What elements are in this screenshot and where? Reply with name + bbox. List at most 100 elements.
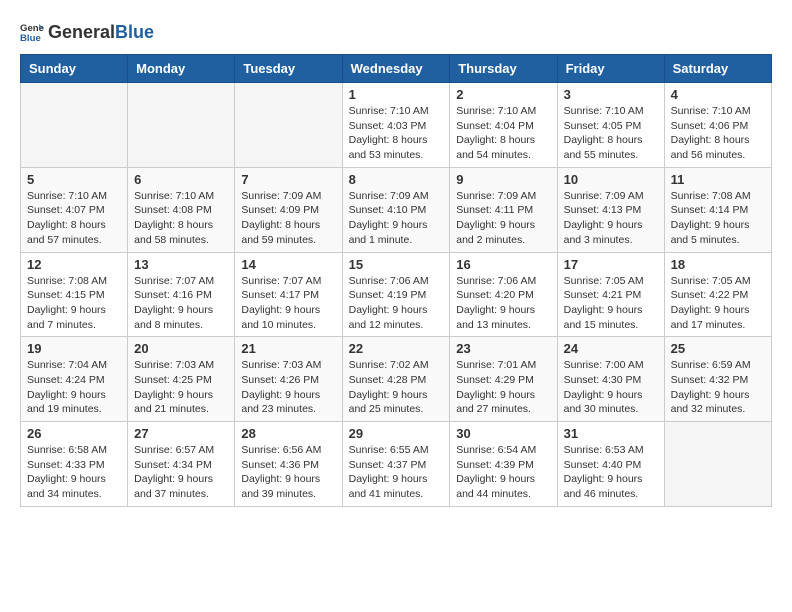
day-info: Sunrise: 7:09 AMSunset: 4:11 PMDaylight:… (456, 189, 550, 248)
day-cell: 9 Sunrise: 7:09 AMSunset: 4:11 PMDaylight… (450, 167, 557, 252)
day-number: 17 (564, 257, 658, 272)
day-number: 30 (456, 426, 550, 441)
day-number: 29 (349, 426, 444, 441)
day-info: Sunrise: 7:08 AMSunset: 4:14 PMDaylight:… (671, 189, 765, 248)
day-number: 21 (241, 341, 335, 356)
day-cell: 7Sunrise: 7:09 AMSunset: 4:09 PMDaylight… (235, 167, 342, 252)
day-cell (235, 83, 342, 168)
day-cell: 26 Sunrise: 6:58 AMSunset: 4:33 PMDayligh… (21, 422, 128, 507)
day-info: Sunrise: 7:10 AMSunset: 4:06 PMDaylight:… (671, 104, 765, 163)
day-info: Sunrise: 7:10 AMSunset: 4:05 PMDaylight:… (564, 104, 658, 163)
svg-text:Blue: Blue (20, 33, 41, 44)
day-cell: 5Sunrise: 7:10 AMSunset: 4:07 PMDaylight… (21, 167, 128, 252)
day-number: 11 (671, 172, 765, 187)
day-cell: 28Sunrise: 6:56 AMSunset: 4:36 PMDayligh… (235, 422, 342, 507)
day-number: 4 (671, 87, 765, 102)
week-row-4: 19Sunrise: 7:04 AMSunset: 4:24 PMDayligh… (21, 337, 772, 422)
weekday-header-sunday: Sunday (21, 55, 128, 83)
day-info: Sunrise: 6:57 AMSunset: 4:34 PMDaylight:… (134, 443, 228, 502)
day-info: Sunrise: 7:09 AMSunset: 4:10 PMDaylight:… (349, 189, 444, 248)
day-number: 6 (134, 172, 228, 187)
logo-blue: Blue (115, 22, 154, 42)
weekday-header-wednesday: Wednesday (342, 55, 450, 83)
day-info: Sunrise: 6:54 AMSunset: 4:39 PMDaylight:… (456, 443, 550, 502)
day-number: 25 (671, 341, 765, 356)
week-row-5: 26 Sunrise: 6:58 AMSunset: 4:33 PMDayligh… (21, 422, 772, 507)
day-info: Sunrise: 7:03 AMSunset: 4:25 PMDaylight:… (134, 358, 228, 417)
day-number: 3 (564, 87, 658, 102)
logo-icon: General Blue (20, 20, 44, 44)
day-info: Sunrise: 6:58 AMSunset: 4:33 PMDaylight:… (27, 443, 121, 502)
day-info: Sunrise: 7:00 AMSunset: 4:30 PMDaylight:… (564, 358, 658, 417)
day-cell: 6 Sunrise: 7:10 AMSunset: 4:08 PMDaylight… (128, 167, 235, 252)
day-info: Sunrise: 7:10 AMSunset: 4:08 PMDaylight:… (134, 189, 228, 248)
day-number: 26 (27, 426, 121, 441)
day-info: Sunrise: 7:08 AMSunset: 4:15 PMDaylight:… (27, 274, 121, 333)
day-cell: 3 Sunrise: 7:10 AMSunset: 4:05 PMDaylight… (557, 83, 664, 168)
day-number: 7 (241, 172, 335, 187)
day-number: 14 (241, 257, 335, 272)
logo-general: General (48, 22, 115, 42)
day-number: 22 (349, 341, 444, 356)
day-info: Sunrise: 7:09 AMSunset: 4:13 PMDaylight:… (564, 189, 658, 248)
day-cell: 19Sunrise: 7:04 AMSunset: 4:24 PMDayligh… (21, 337, 128, 422)
day-info: Sunrise: 7:10 AMSunset: 4:03 PMDaylight:… (349, 104, 444, 163)
day-cell: 25 Sunrise: 6:59 AMSunset: 4:32 PMDayligh… (664, 337, 771, 422)
day-info: Sunrise: 7:05 AMSunset: 4:22 PMDaylight:… (671, 274, 765, 333)
day-cell: 8 Sunrise: 7:09 AMSunset: 4:10 PMDaylight… (342, 167, 450, 252)
day-cell (21, 83, 128, 168)
day-cell: 16Sunrise: 7:06 AMSunset: 4:20 PMDayligh… (450, 252, 557, 337)
logo: General Blue GeneralBlue (20, 20, 154, 44)
day-number: 9 (456, 172, 550, 187)
page-header: General Blue GeneralBlue (20, 20, 772, 44)
day-number: 20 (134, 341, 228, 356)
day-number: 12 (27, 257, 121, 272)
day-number: 24 (564, 341, 658, 356)
day-cell (128, 83, 235, 168)
day-info: Sunrise: 7:10 AMSunset: 4:04 PMDaylight:… (456, 104, 550, 163)
day-number: 8 (349, 172, 444, 187)
day-info: Sunrise: 7:10 AMSunset: 4:07 PMDaylight:… (27, 189, 121, 248)
day-cell: 12 Sunrise: 7:08 AMSunset: 4:15 PMDayligh… (21, 252, 128, 337)
day-cell (664, 422, 771, 507)
day-number: 31 (564, 426, 658, 441)
day-cell: 29 Sunrise: 6:55 AMSunset: 4:37 PMDayligh… (342, 422, 450, 507)
day-info: Sunrise: 6:59 AMSunset: 4:32 PMDaylight:… (671, 358, 765, 417)
weekday-header-row: SundayMondayTuesdayWednesdayThursdayFrid… (21, 55, 772, 83)
day-cell: 27 Sunrise: 6:57 AMSunset: 4:34 PMDayligh… (128, 422, 235, 507)
day-cell: 17 Sunrise: 7:05 AMSunset: 4:21 PMDayligh… (557, 252, 664, 337)
day-cell: 20 Sunrise: 7:03 AMSunset: 4:25 PMDayligh… (128, 337, 235, 422)
day-info: Sunrise: 6:55 AMSunset: 4:37 PMDaylight:… (349, 443, 444, 502)
day-cell: 18 Sunrise: 7:05 AMSunset: 4:22 PMDayligh… (664, 252, 771, 337)
day-cell: 1 Sunrise: 7:10 AMSunset: 4:03 PMDaylight… (342, 83, 450, 168)
week-row-2: 5Sunrise: 7:10 AMSunset: 4:07 PMDaylight… (21, 167, 772, 252)
day-cell: 30 Sunrise: 6:54 AMSunset: 4:39 PMDayligh… (450, 422, 557, 507)
day-number: 18 (671, 257, 765, 272)
day-info: Sunrise: 7:07 AMSunset: 4:17 PMDaylight:… (241, 274, 335, 333)
day-info: Sunrise: 7:02 AMSunset: 4:28 PMDaylight:… (349, 358, 444, 417)
day-cell: 31Sunrise: 6:53 AMSunset: 4:40 PMDayligh… (557, 422, 664, 507)
day-cell: 22 Sunrise: 7:02 AMSunset: 4:28 PMDayligh… (342, 337, 450, 422)
day-info: Sunrise: 7:05 AMSunset: 4:21 PMDaylight:… (564, 274, 658, 333)
day-cell: 23 Sunrise: 7:01 AMSunset: 4:29 PMDayligh… (450, 337, 557, 422)
week-row-1: 1 Sunrise: 7:10 AMSunset: 4:03 PMDaylight… (21, 83, 772, 168)
day-number: 2 (456, 87, 550, 102)
day-number: 19 (27, 341, 121, 356)
day-number: 15 (349, 257, 444, 272)
day-info: Sunrise: 7:06 AMSunset: 4:20 PMDaylight:… (456, 274, 550, 333)
day-number: 27 (134, 426, 228, 441)
day-number: 28 (241, 426, 335, 441)
day-cell: 11 Sunrise: 7:08 AMSunset: 4:14 PMDayligh… (664, 167, 771, 252)
day-info: Sunrise: 7:06 AMSunset: 4:19 PMDaylight:… (349, 274, 444, 333)
day-cell: 15 Sunrise: 7:06 AMSunset: 4:19 PMDayligh… (342, 252, 450, 337)
logo-text: GeneralBlue (48, 22, 154, 43)
week-row-3: 12 Sunrise: 7:08 AMSunset: 4:15 PMDayligh… (21, 252, 772, 337)
day-number: 1 (349, 87, 444, 102)
day-cell: 2 Sunrise: 7:10 AMSunset: 4:04 PMDaylight… (450, 83, 557, 168)
day-cell: 4 Sunrise: 7:10 AMSunset: 4:06 PMDaylight… (664, 83, 771, 168)
day-cell: 21Sunrise: 7:03 AMSunset: 4:26 PMDayligh… (235, 337, 342, 422)
weekday-header-friday: Friday (557, 55, 664, 83)
day-info: Sunrise: 7:01 AMSunset: 4:29 PMDaylight:… (456, 358, 550, 417)
weekday-header-saturday: Saturday (664, 55, 771, 83)
day-number: 23 (456, 341, 550, 356)
